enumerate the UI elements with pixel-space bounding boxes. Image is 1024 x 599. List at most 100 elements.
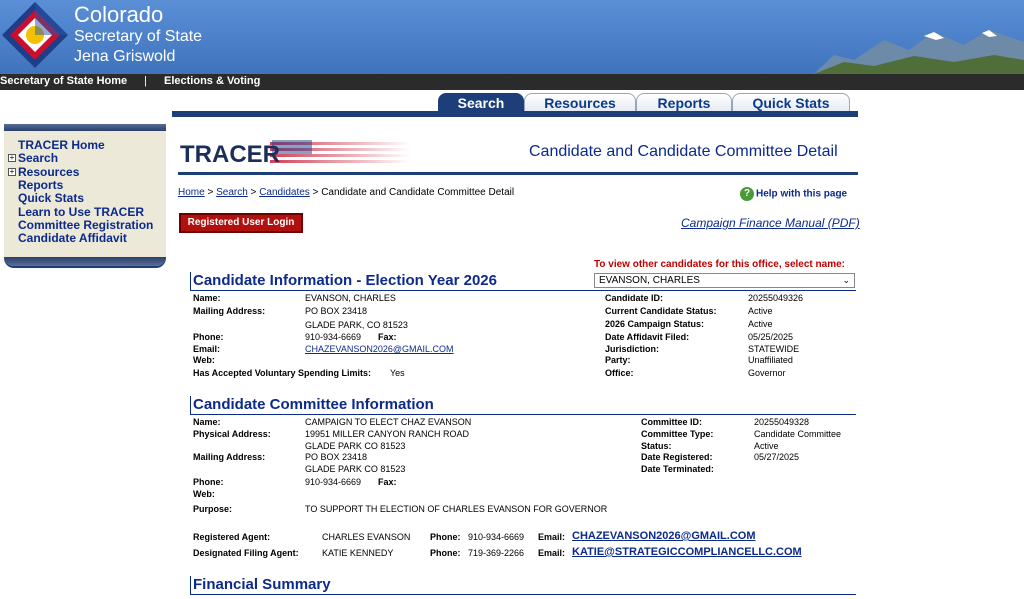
comm-web-label: Web: [193,489,215,499]
comm-type-value: Candidate Committee [754,429,842,439]
help-link[interactable]: ? Help with this page [740,187,847,201]
dfa-label: Designated Filing Agent: [193,548,299,558]
leftnav-quick-stats[interactable]: Quick Stats [18,192,84,205]
committee-section-left-rule [190,396,191,415]
financial-section-left-rule [190,576,191,595]
comm-status-label: Status: [641,441,672,451]
leftnav-resources-label: Resources [18,165,80,179]
breadcrumb-home[interactable]: Home [178,187,205,198]
leftnav-candidate-affidavit[interactable]: Candidate Affidavit [18,232,127,245]
cand-mailing-line1: PO BOX 23418 [305,306,368,316]
comm-physical-line1: 19951 MILLER CANYON RANCH ROAD [305,429,470,439]
comm-name-label: Name: [193,417,221,427]
dfa-email-label: Email: [538,548,566,558]
title-divider [178,172,858,175]
cand-party-label: Party: [605,355,631,365]
campaign-finance-manual-link[interactable]: Campaign Finance Manual (PDF) [681,216,860,230]
tab-search[interactable]: Search [438,93,524,112]
chevron-down-icon[interactable]: ⌄ [842,274,850,287]
candidate-select[interactable]: EVANSON, CHARLES ⌄ [594,273,855,288]
other-candidates-prompt: To view other candidates for this office… [594,259,845,270]
expand-plus-icon[interactable]: + [8,154,16,162]
comm-registered-label: Date Registered: [641,452,713,462]
cand-phone-label: Phone: [193,332,224,342]
comm-phone-label: Phone: [193,477,224,487]
registered-user-login-button[interactable]: Registered User Login [179,213,303,233]
tab-quick-stats[interactable]: Quick Stats [732,93,850,112]
cand-affidavit-value: 05/25/2025 [748,332,794,342]
cand-phone-value: 910-934-6669 [305,332,362,342]
cand-office-value: Governor [748,368,786,378]
breadcrumb-candidates[interactable]: Candidates [259,187,310,198]
page-title: Candidate and Candidate Committee Detail [529,143,838,160]
dfa-email-link[interactable]: KATIE@STRATEGICCOMPLIANCELLC.COM [572,546,802,558]
agent-email-link[interactable]: CHAZEVANSON2026@GMAIL.COM [572,530,756,542]
cand-vsl-value: Yes [390,368,405,378]
topnav-separator: | [144,75,147,87]
comm-mailing-line2: GLADE PARK CO 81523 [305,464,406,474]
comm-fax-label: Fax: [378,477,397,487]
colorado-logo[interactable] [0,0,70,70]
comm-mailing-label: Mailing Address: [193,452,266,462]
help-label: Help with this page [756,188,848,200]
leftnav-search[interactable]: + Search [8,151,59,165]
breadcrumb: Home > Search > Candidates > Candidate a… [178,187,514,198]
candidate-section-left-rule [190,272,191,291]
tab-resources[interactable]: Resources [524,93,636,112]
comm-physical-line2: GLADE PARK CO 81523 [305,441,406,451]
cand-name-label: Name: [193,293,221,303]
comm-purpose-value: TO SUPPORT TH ELECTION OF CHARLES EVANSO… [305,504,608,514]
comm-mailing-line1: PO BOX 23418 [305,452,368,462]
cand-mailing-line2: GLADE PARK, CO 81523 [305,320,408,330]
agent-phone: 910-934-6669 [468,532,525,542]
dfa-phone: 719-369-2266 [468,548,525,558]
agent-email-label: Email: [538,532,566,542]
cand-status-value: Active [748,306,773,316]
candidate-select-value: EVANSON, CHARLES [599,275,700,286]
leftnav-search-label: Search [18,151,59,165]
expand-plus-icon[interactable]: + [8,168,16,176]
official-name: Jena Griswold [74,48,176,65]
comm-id-label: Committee ID: [641,417,703,427]
tab-underline-bar [172,111,858,117]
cand-id-label: Candidate ID: [605,293,664,303]
breadcrumb-search[interactable]: Search [216,187,248,198]
dfa-name: KATIE KENNEDY [322,548,394,558]
cand-email-link[interactable]: CHAZEVANSON2026@GMAIL.COM [305,344,454,354]
cand-name-value: EVANSON, CHARLES [305,293,396,303]
tab-reports[interactable]: Reports [636,93,732,112]
committee-section-rule [191,414,856,415]
cand-id-value: 20255049326 [748,293,804,303]
comm-status-value: Active [754,441,779,451]
cand-fax-label: Fax: [378,332,397,342]
cand-campaign-status-value: Active [748,319,773,329]
top-nav-bar: Secretary of State Home | Elections & Vo… [0,74,1024,90]
agent-name: CHARLES EVANSON [322,532,411,542]
help-question-icon[interactable]: ? [740,187,754,201]
committee-section-title: Candidate Committee Information [193,396,434,413]
cand-web-label: Web: [193,355,215,365]
comm-id-value: 20255049328 [754,417,810,427]
financial-section-rule [191,594,856,595]
comm-registered-value: 05/27/2025 [754,452,800,462]
elections-voting-link[interactable]: Elections & Voting [164,75,260,87]
breadcrumb-sep: > [204,187,217,198]
breadcrumb-sep: > [309,187,322,198]
comm-terminated-label: Date Terminated: [641,464,714,474]
agent-phone-label: Phone: [430,532,461,542]
office-name: Secretary of State [74,28,203,45]
cand-office-label: Office: [605,368,634,378]
comm-type-label: Committee Type: [641,429,714,439]
sos-home-link[interactable]: Secretary of State Home [0,75,127,87]
cand-jurisdiction-label: Jurisdiction: [605,344,660,354]
cand-status-label: Current Candidate Status: [605,306,717,316]
candidate-section-title: Candidate Information - Election Year 20… [193,272,497,289]
tracer-logo: TRACER [180,140,410,168]
left-nav-bottom-bar [4,257,166,266]
tracer-logo-text: TRACER [180,141,280,168]
cand-email-label: Email: [193,344,221,354]
breadcrumb-sep: > [247,187,260,198]
financial-section-title: Financial Summary [193,576,331,593]
cand-campaign-status-label: 2026 Campaign Status: [605,319,705,329]
comm-name-value: CAMPAIGN TO ELECT CHAZ EVANSON [305,417,472,427]
